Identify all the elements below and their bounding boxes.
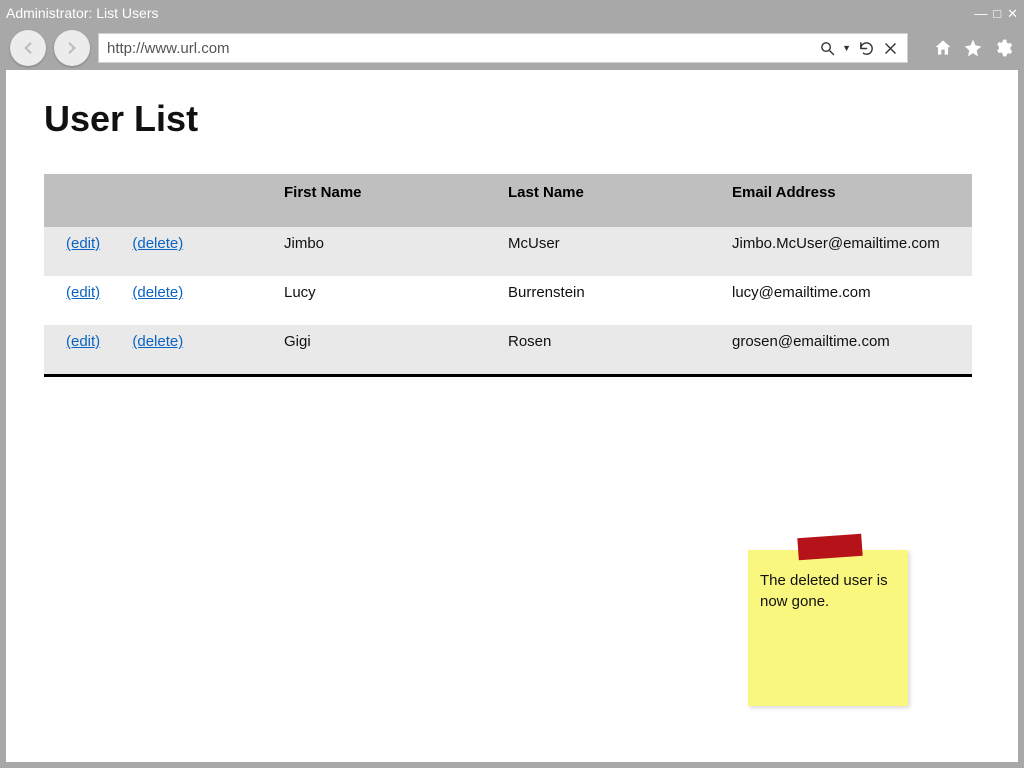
window-titlebar: Administrator: List Users — □ ✕ — [0, 0, 1024, 26]
refresh-icon[interactable] — [857, 39, 875, 57]
table-row: (edit) (delete) Lucy Burrenstein lucy@em… — [44, 276, 972, 325]
col-last-name: Last Name — [496, 174, 720, 227]
window-controls: — □ ✕ — [974, 7, 1018, 20]
cell-first-name: Lucy — [272, 276, 496, 325]
cell-first-name: Gigi — [272, 325, 496, 376]
window-title: Administrator: List Users — [6, 5, 974, 21]
arrow-right-icon — [63, 39, 81, 57]
table-row: (edit) (delete) Jimbo McUser Jimbo.McUse… — [44, 227, 972, 276]
edit-link[interactable]: (edit) — [66, 284, 100, 301]
row-actions: (edit) (delete) — [44, 227, 272, 276]
page-content: User List First Name Last Name Email Add… — [6, 70, 1018, 762]
note-tape — [797, 534, 862, 560]
address-bar-icons: ▼ — [818, 39, 899, 57]
row-actions: (edit) (delete) — [44, 325, 272, 376]
address-url: http://www.url.com — [107, 40, 818, 57]
cell-last-name: Burrenstein — [496, 276, 720, 325]
cell-first-name: Jimbo — [272, 227, 496, 276]
favorites-icon[interactable] — [962, 37, 984, 59]
delete-link[interactable]: (delete) — [132, 333, 183, 350]
table-row: (edit) (delete) Gigi Rosen grosen@emailt… — [44, 325, 972, 376]
edit-link[interactable]: (edit) — [66, 333, 100, 350]
col-email: Email Address — [720, 174, 972, 227]
page-title: User List — [44, 98, 980, 140]
cell-email: lucy@emailtime.com — [720, 276, 972, 325]
maximize-button[interactable]: □ — [993, 7, 1001, 20]
sticky-note: The deleted user is now gone. — [748, 550, 908, 706]
back-button[interactable] — [10, 30, 46, 66]
cell-last-name: McUser — [496, 227, 720, 276]
row-actions: (edit) (delete) — [44, 276, 272, 325]
browser-toolbar: http://www.url.com ▼ — [0, 26, 1024, 70]
forward-button[interactable] — [54, 30, 90, 66]
home-icon[interactable] — [932, 37, 954, 59]
search-icon[interactable] — [818, 39, 836, 57]
search-dropdown-icon[interactable]: ▼ — [842, 43, 851, 53]
note-text: The deleted user is now gone. — [760, 570, 896, 612]
delete-link[interactable]: (delete) — [132, 235, 183, 252]
table-header-row: First Name Last Name Email Address — [44, 174, 972, 227]
close-button[interactable]: ✕ — [1007, 7, 1018, 20]
edit-link[interactable]: (edit) — [66, 235, 100, 252]
stop-icon[interactable] — [881, 39, 899, 57]
cell-email: Jimbo.McUser@emailtime.com — [720, 227, 972, 276]
cell-email: grosen@emailtime.com — [720, 325, 972, 376]
col-first-name: First Name — [272, 174, 496, 227]
delete-link[interactable]: (delete) — [132, 284, 183, 301]
col-actions — [44, 174, 272, 227]
toolbar-right-icons — [932, 37, 1014, 59]
arrow-left-icon — [19, 39, 37, 57]
cell-last-name: Rosen — [496, 325, 720, 376]
settings-icon[interactable] — [992, 37, 1014, 59]
users-table: First Name Last Name Email Address (edit… — [44, 174, 972, 377]
address-bar[interactable]: http://www.url.com ▼ — [98, 33, 908, 63]
minimize-button[interactable]: — — [974, 7, 987, 20]
